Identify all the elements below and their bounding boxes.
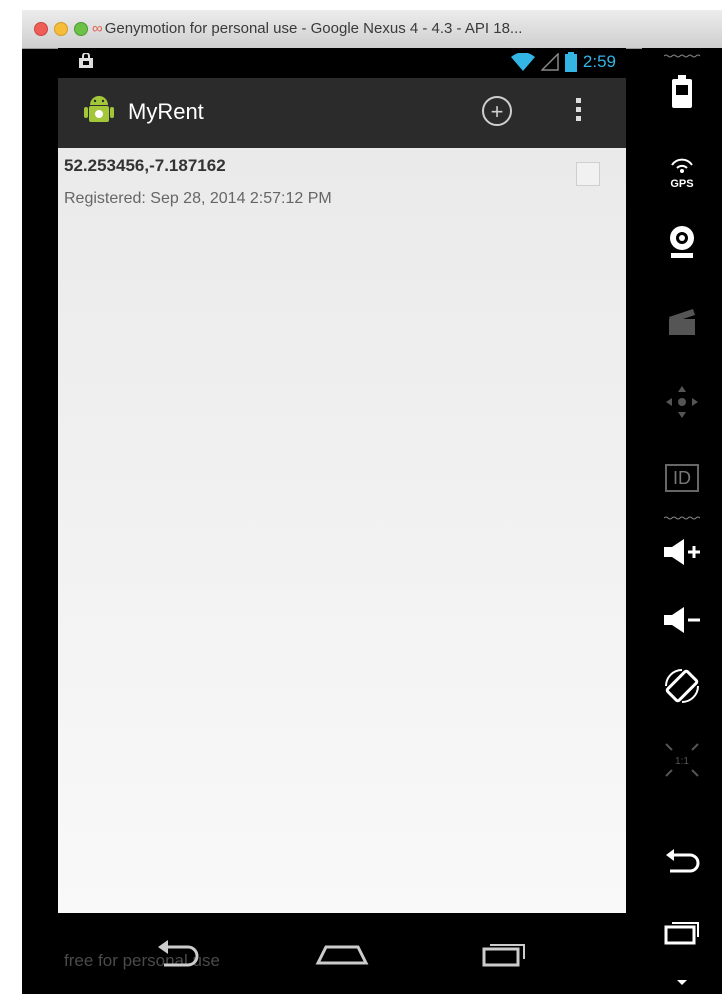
status-time: 2:59 [582, 52, 616, 71]
battery-icon [564, 52, 577, 72]
home-icon[interactable] [314, 933, 370, 973]
id-label: ID [665, 464, 699, 492]
back-icon[interactable] [150, 933, 206, 973]
menu-icon[interactable] [656, 958, 708, 1006]
status-bar: 2:59 [58, 48, 626, 78]
overflow-menu-icon[interactable] [568, 94, 588, 130]
android-app-icon[interactable] [82, 94, 116, 128]
battery-icon[interactable] [656, 68, 708, 116]
device-screen: 2:59 MyRent + 52.253456,-7.187162 Regist… [58, 48, 626, 994]
navigation-bar: free for personal use [58, 913, 626, 994]
toolbar-divider [664, 54, 701, 58]
volume-down-icon[interactable] [656, 596, 708, 644]
back-icon[interactable] [656, 838, 708, 886]
window-title: ∞ Genymotion for personal use - Google Ne… [92, 20, 523, 37]
gps-label: GPS [670, 178, 694, 190]
signal-icon [540, 53, 559, 71]
shopping-bag-icon [79, 53, 93, 68]
registration-date: Registered: Sep 28, 2014 2:57:12 PM [64, 190, 332, 207]
camera-icon[interactable] [656, 218, 708, 266]
recent-apps-icon[interactable] [476, 933, 532, 973]
scale-icon[interactable]: 1:1 [656, 736, 708, 784]
genymotion-logo-icon: ∞ [92, 20, 103, 37]
rotate-icon[interactable] [656, 662, 708, 710]
gps-icon[interactable]: GPS [656, 146, 708, 194]
action-bar: MyRent + [58, 78, 626, 149]
add-icon[interactable]: + [482, 96, 512, 126]
window-titlebar[interactable]: ∞ Genymotion for personal use - Google Ne… [22, 10, 722, 49]
residence-list: 52.253456,-7.187162 Registered: Sep 28, … [58, 148, 626, 913]
genymotion-side-toolbar: GPS ID 1:1 [642, 48, 722, 994]
toolbar-divider [664, 516, 701, 520]
status-indicators: 2:59 [510, 52, 616, 72]
emulator-window: ∞ Genymotion for personal use - Google Ne… [22, 10, 722, 994]
wifi-icon [510, 53, 535, 71]
residence-location: 52.253456,-7.187162 [64, 156, 226, 175]
maximize-window-button[interactable] [74, 22, 88, 36]
scale-label: 1:1 [675, 756, 689, 767]
close-window-button[interactable] [34, 22, 48, 36]
dpad-icon[interactable] [656, 378, 708, 426]
clapperboard-icon[interactable] [656, 298, 708, 346]
volume-up-icon[interactable] [656, 528, 708, 576]
id-icon[interactable]: ID [656, 454, 708, 502]
app-title: MyRent [128, 99, 204, 124]
recent-apps-icon[interactable] [656, 908, 708, 956]
minimize-window-button[interactable] [54, 22, 68, 36]
rented-checkbox[interactable] [576, 162, 600, 186]
